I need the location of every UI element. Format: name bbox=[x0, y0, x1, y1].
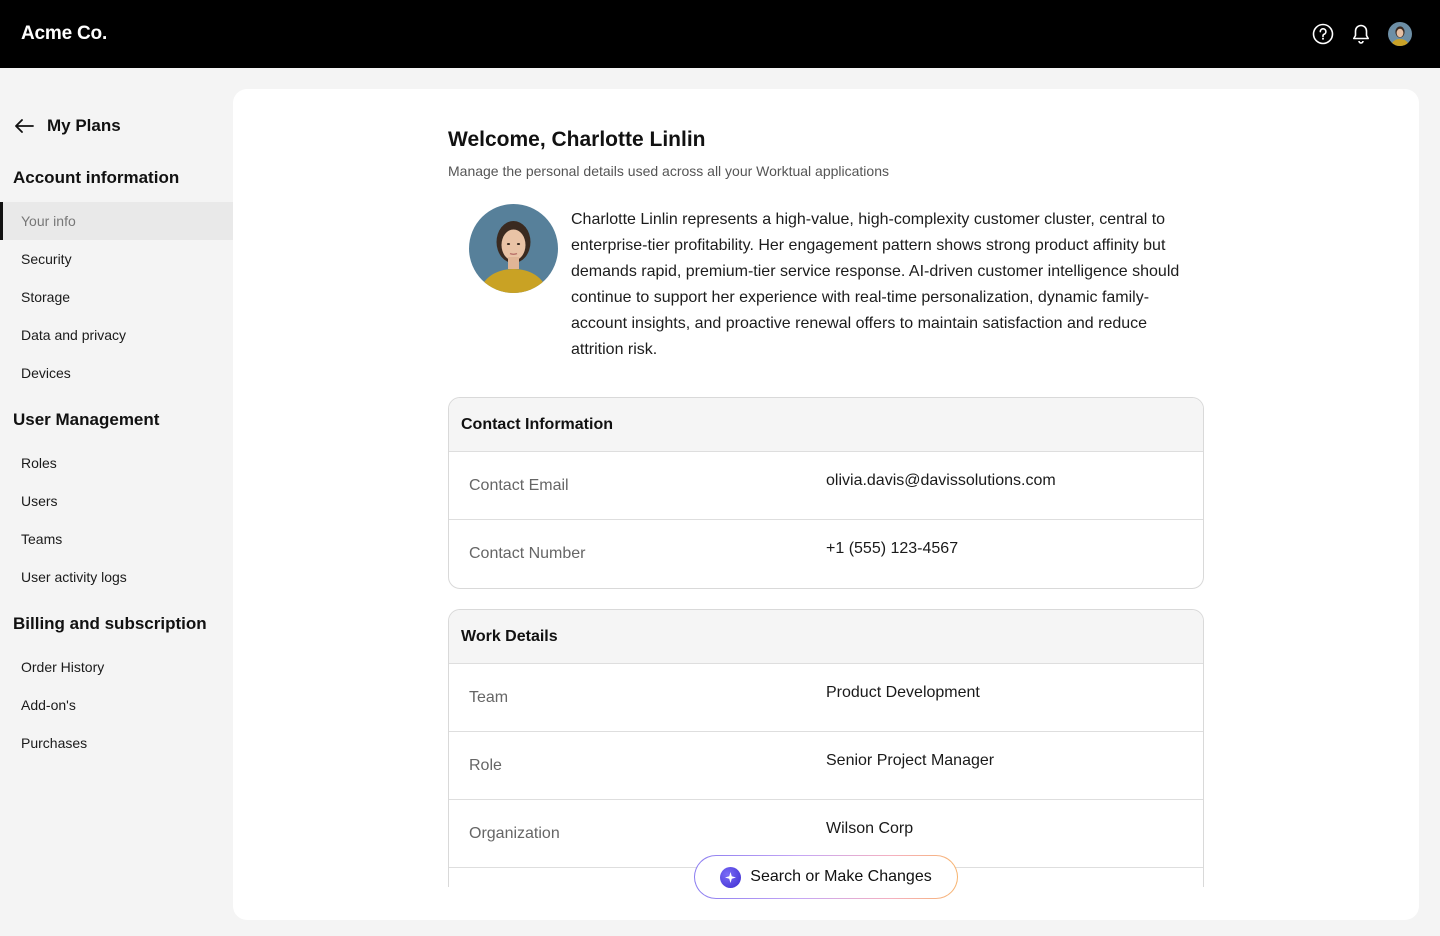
sidebar-item-purchases[interactable]: Purchases bbox=[0, 724, 233, 762]
profile-avatar bbox=[469, 204, 558, 293]
contact-number-label: Contact Number bbox=[469, 545, 586, 562]
contact-number-value: +1 (555) 123-4567 bbox=[826, 540, 959, 557]
contact-email-row[interactable]: Contact Email olivia.davis@davissolution… bbox=[449, 452, 1203, 520]
top-bar: Acme Co. bbox=[0, 0, 1440, 68]
search-or-make-changes-label: Search or Make Changes bbox=[750, 868, 932, 885]
team-label: Team bbox=[469, 689, 509, 706]
contact-email-value: olivia.davis@davissolutions.com bbox=[826, 472, 1056, 489]
user-avatar[interactable] bbox=[1388, 22, 1412, 46]
work-details-title: Work Details bbox=[449, 610, 1203, 664]
arrow-left-icon bbox=[15, 119, 34, 133]
back-to-my-plans[interactable]: My Plans bbox=[13, 114, 121, 138]
organization-value: Wilson Corp bbox=[826, 820, 914, 837]
role-row[interactable]: Role Senior Project Manager bbox=[449, 732, 1203, 800]
contact-email-label: Contact Email bbox=[469, 477, 569, 494]
organization-label: Organization bbox=[469, 825, 560, 842]
role-value: Senior Project Manager bbox=[826, 752, 995, 769]
page-subtitle: Manage the personal details used across … bbox=[448, 163, 889, 179]
sidebar-item-devices[interactable]: Devices bbox=[0, 354, 233, 392]
section-billing-and-subscription: Billing and subscription bbox=[13, 614, 207, 633]
back-link-label: My Plans bbox=[47, 116, 121, 135]
brand-logo[interactable]: Acme Co. bbox=[21, 23, 107, 45]
contact-information-title: Contact Information bbox=[449, 398, 1203, 452]
contact-number-row[interactable]: Contact Number +1 (555) 123-4567 bbox=[449, 520, 1203, 588]
main-panel: Welcome, Charlotte Linlin Manage the per… bbox=[233, 89, 1419, 920]
sidebar-item-roles[interactable]: Roles bbox=[0, 444, 233, 482]
search-or-make-changes-button[interactable]: Search or Make Changes bbox=[694, 855, 958, 899]
sidebar-item-storage[interactable]: Storage bbox=[0, 278, 233, 316]
sidebar-item-security[interactable]: Security bbox=[0, 240, 233, 278]
sidebar-item-your-info[interactable]: Your info bbox=[0, 202, 233, 240]
help-icon[interactable] bbox=[1312, 23, 1334, 45]
bell-icon[interactable] bbox=[1350, 23, 1372, 45]
team-row[interactable]: Team Product Development bbox=[449, 664, 1203, 732]
sidebar-item-users[interactable]: Users bbox=[0, 482, 233, 520]
sidebar: My Plans Account information Your info S… bbox=[0, 68, 233, 936]
role-label: Role bbox=[469, 757, 502, 774]
page-title: Welcome, Charlotte Linlin bbox=[448, 128, 706, 151]
sidebar-item-add-ons[interactable]: Add-on's bbox=[0, 686, 233, 724]
section-account-information: Account information bbox=[13, 168, 180, 187]
sidebar-item-data-and-privacy[interactable]: Data and privacy bbox=[0, 316, 233, 354]
sparkle-icon bbox=[720, 866, 742, 888]
top-actions bbox=[1312, 22, 1419, 46]
work-details-card: Work Details Team Product Development Ro… bbox=[448, 609, 1204, 887]
section-user-management: User Management bbox=[13, 410, 160, 429]
sidebar-item-order-history[interactable]: Order History bbox=[0, 648, 233, 686]
contact-information-card: Contact Information Contact Email olivia… bbox=[448, 397, 1204, 589]
team-value: Product Development bbox=[826, 684, 980, 701]
sidebar-item-teams[interactable]: Teams bbox=[0, 520, 233, 558]
sidebar-item-user-activity-logs[interactable]: User activity logs bbox=[0, 558, 233, 596]
profile-bio: Charlotte Linlin represents a high-value… bbox=[571, 211, 1180, 358]
search-or-make-changes-inner: Search or Make Changes bbox=[695, 856, 957, 898]
